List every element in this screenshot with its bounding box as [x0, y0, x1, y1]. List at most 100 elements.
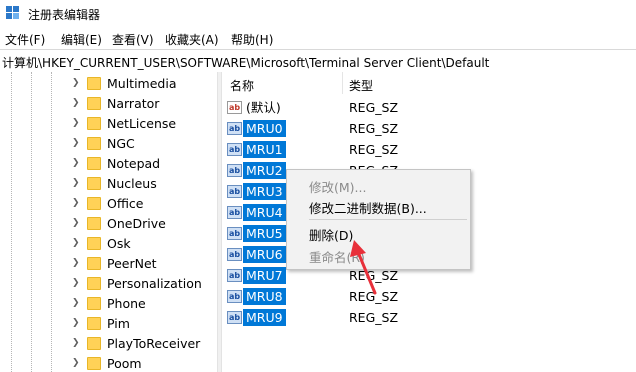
- folder-icon: [87, 197, 101, 210]
- tree-item[interactable]: ❯ Personalization: [0, 274, 217, 294]
- tree-item[interactable]: ❯ NetLicense: [0, 114, 217, 134]
- chevron-right-icon[interactable]: ❯: [72, 118, 82, 128]
- tree-pane[interactable]: ❯ Multimedia ❯ Narrator ❯ NetLicense ❯ NGC ❯ Note…: [0, 72, 217, 372]
- folder-icon: [87, 357, 101, 370]
- chevron-right-icon[interactable]: ❯: [72, 78, 82, 88]
- column-header-name[interactable]: 名称: [222, 72, 342, 94]
- value-name: MRU6: [243, 246, 286, 263]
- ab-string-icon: ab: [227, 227, 242, 240]
- ab-string-icon: ab: [227, 206, 242, 219]
- tree-item[interactable]: ❯ Office: [0, 194, 217, 214]
- chevron-right-icon[interactable]: ❯: [72, 238, 82, 248]
- tree-item-label: Narrator: [107, 96, 160, 111]
- folder-icon: [87, 337, 101, 350]
- value-name: MRU7: [243, 267, 286, 284]
- ctx-modify: 修改(M)...: [309, 180, 367, 195]
- tree-item[interactable]: ❯ NGC: [0, 134, 217, 154]
- chevron-right-icon[interactable]: ❯: [72, 318, 82, 328]
- chevron-right-icon[interactable]: ❯: [72, 278, 82, 288]
- tree-item-label: NGC: [107, 136, 135, 151]
- chevron-right-icon[interactable]: ❯: [72, 138, 82, 148]
- tree-item[interactable]: ❯ PlayToReceiver: [0, 334, 217, 354]
- value-name: MRU8: [243, 288, 286, 305]
- menu-view[interactable]: 查看(V): [112, 31, 154, 48]
- folder-icon: [87, 77, 101, 90]
- tree-item-label: NetLicense: [107, 116, 177, 131]
- folder-icon: [87, 297, 101, 310]
- value-row[interactable]: ab (默认) REG_SZ: [222, 97, 636, 118]
- value-name: MRU1: [243, 141, 286, 158]
- tree-item-label: Poom: [107, 356, 142, 371]
- tree-item[interactable]: ❯ Nucleus: [0, 174, 217, 194]
- ab-string-icon: ab: [227, 164, 242, 177]
- value-name: MRU9: [243, 309, 286, 326]
- title-bar: 注册表编辑器: [0, 0, 636, 28]
- tree-item[interactable]: ❯ Multimedia: [0, 74, 217, 94]
- menu-edit[interactable]: 编辑(E): [61, 31, 102, 48]
- tree-item[interactable]: ❯ Poom: [0, 354, 217, 372]
- tree-item[interactable]: ❯ Pim: [0, 314, 217, 334]
- tree-item-label: Pim: [107, 316, 130, 331]
- ctx-separator: [309, 219, 467, 220]
- value-row[interactable]: ab MRU1 REG_SZ: [222, 139, 636, 160]
- folder-icon: [87, 177, 101, 190]
- folder-icon: [87, 137, 101, 150]
- value-type: REG_SZ: [349, 289, 399, 304]
- tree-item[interactable]: ❯ Phone: [0, 294, 217, 314]
- value-type: REG_SZ: [349, 142, 399, 157]
- column-header-name-label: 名称: [230, 79, 255, 93]
- chevron-right-icon[interactable]: ❯: [72, 98, 82, 108]
- folder-icon: [87, 317, 101, 330]
- tree-item-label: Nucleus: [107, 176, 157, 191]
- chevron-right-icon[interactable]: ❯: [72, 338, 82, 348]
- value-name: (默认): [246, 100, 281, 115]
- chevron-right-icon[interactable]: ❯: [72, 298, 82, 308]
- folder-icon: [87, 217, 101, 230]
- ctx-delete[interactable]: 删除(D): [309, 225, 353, 244]
- ctx-rename: 重命名(R): [309, 250, 365, 265]
- tree-item[interactable]: ❯ Narrator: [0, 94, 217, 114]
- tree-item-label: PlayToReceiver: [107, 336, 201, 351]
- tree-item-label: Phone: [107, 296, 146, 311]
- chevron-right-icon[interactable]: ❯: [72, 158, 82, 168]
- tree-item[interactable]: ❯ Notepad: [0, 154, 217, 174]
- ab-string-icon: ab: [227, 143, 242, 156]
- folder-icon: [87, 157, 101, 170]
- value-type: REG_SZ: [349, 121, 399, 136]
- tree-item-label: Personalization: [107, 276, 202, 291]
- menu-help[interactable]: 帮助(H): [231, 31, 273, 48]
- folder-icon: [87, 237, 101, 250]
- tree-item[interactable]: ❯ PeerNet: [0, 254, 217, 274]
- address-path[interactable]: 计算机\HKEY_CURRENT_USER\SOFTWARE\Microsoft…: [2, 54, 489, 71]
- value-row[interactable]: ab MRU0 REG_SZ: [222, 118, 636, 139]
- tree-item-label: PeerNet: [107, 256, 157, 271]
- ab-string-icon: ab: [227, 101, 242, 114]
- value-type: REG_SZ: [349, 100, 399, 115]
- folder-icon: [87, 97, 101, 110]
- folder-icon: [87, 117, 101, 130]
- tree-item-label: Notepad: [107, 156, 161, 171]
- chevron-right-icon[interactable]: ❯: [72, 258, 82, 268]
- column-header-type-label: 类型: [349, 79, 374, 93]
- column-header-type[interactable]: 类型: [343, 72, 493, 94]
- value-row[interactable]: ab MRU9 REG_SZ: [222, 307, 636, 328]
- ab-string-icon: ab: [227, 269, 242, 282]
- value-name: MRU4: [243, 204, 286, 221]
- menu-favorites[interactable]: 收藏夹(A): [165, 31, 219, 48]
- tree-item-label: Osk: [107, 236, 131, 251]
- ab-string-icon: ab: [227, 311, 242, 324]
- value-type: REG_SZ: [349, 310, 399, 325]
- ctx-modify-binary[interactable]: 修改二进制数据(B)...: [309, 198, 427, 217]
- address-bar[interactable]: 计算机\HKEY_CURRENT_USER\SOFTWARE\Microsoft…: [0, 49, 636, 73]
- tree-item[interactable]: ❯ Osk: [0, 234, 217, 254]
- folder-icon: [87, 277, 101, 290]
- chevron-right-icon[interactable]: ❯: [72, 178, 82, 188]
- chevron-right-icon[interactable]: ❯: [72, 358, 82, 368]
- chevron-right-icon[interactable]: ❯: [72, 198, 82, 208]
- menu-file[interactable]: 文件(F): [5, 31, 45, 48]
- value-name: MRU2: [243, 162, 286, 179]
- chevron-right-icon[interactable]: ❯: [72, 218, 82, 228]
- tree-item[interactable]: ❯ OneDrive: [0, 214, 217, 234]
- value-row[interactable]: ab MRU8 REG_SZ: [222, 286, 636, 307]
- value-name: MRU0: [243, 120, 286, 137]
